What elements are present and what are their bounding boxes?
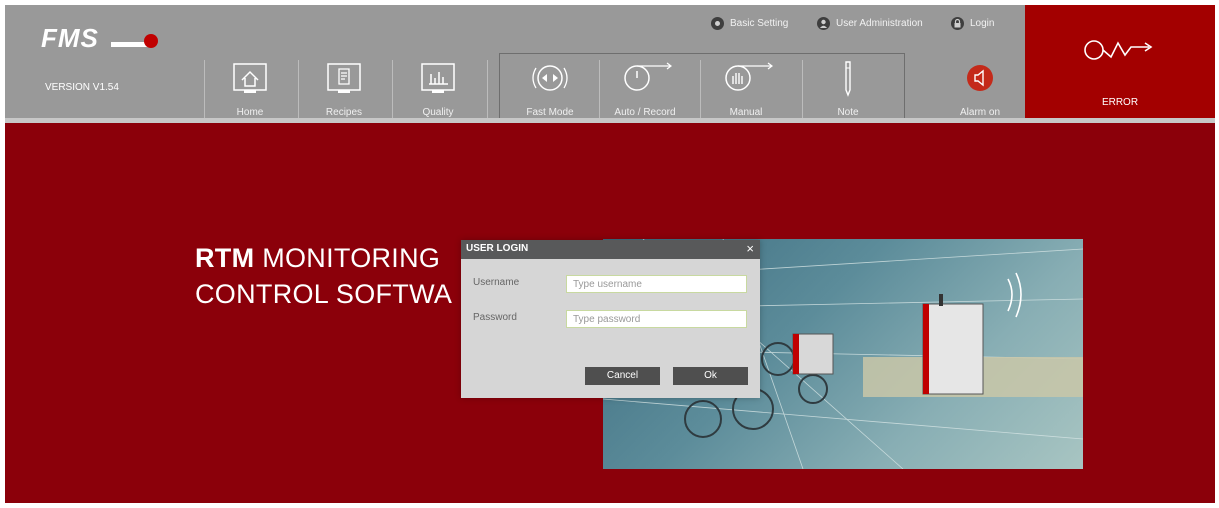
fast-mode-icon	[528, 60, 572, 105]
nav-recipes-label: Recipes	[325, 107, 363, 118]
user-administration-link[interactable]: User Administration	[817, 17, 923, 30]
cancel-button[interactable]: Cancel	[585, 367, 660, 385]
ok-button[interactable]: Ok	[673, 367, 748, 385]
user-administration-label: User Administration	[836, 18, 923, 29]
user-login-dialog: USER LOGIN × Username Password Cancel Ok	[461, 240, 760, 398]
basic-setting-label: Basic Setting	[730, 18, 789, 29]
nav-note-label: Note	[837, 107, 859, 118]
dialog-header: USER LOGIN ×	[461, 240, 760, 259]
basic-setting-link[interactable]: Basic Setting	[711, 17, 788, 30]
hero-title-rest: MONITORING	[254, 243, 441, 273]
signal-error-icon	[1084, 40, 1153, 60]
recipe-icon	[324, 60, 364, 105]
alarm-label: Alarm on	[959, 107, 1000, 118]
gear-icon	[711, 17, 724, 30]
logo-text: FMS	[41, 23, 99, 53]
speaker-icon	[960, 60, 1000, 105]
nav-fast-mode-label: Fast Mode	[526, 107, 574, 118]
error-label: ERROR	[1101, 97, 1139, 108]
logo-swoosh-icon	[111, 34, 158, 48]
dialog-title: USER LOGIN	[466, 243, 529, 254]
user-icon	[817, 17, 830, 30]
fms-logo: FMS	[41, 23, 161, 57]
login-label: Login	[970, 18, 995, 29]
hero-title-line2: CONTROL SOFTWA	[195, 279, 453, 309]
nav-home-label: Home	[236, 107, 264, 118]
nav-note[interactable]: Note	[803, 55, 893, 121]
username-label: Username	[473, 277, 520, 288]
nav-auto-record[interactable]: Auto / Record	[600, 55, 690, 121]
nav-recipes[interactable]: Recipes	[299, 55, 389, 121]
hero-title: RTM MONITORING CONTROL SOFTWA	[195, 240, 452, 312]
nav-fast-mode[interactable]: Fast Mode	[505, 55, 595, 121]
version-label: VERSION V1.54	[45, 82, 119, 93]
nav-quality[interactable]: Quality	[393, 55, 483, 121]
lock-icon	[951, 17, 964, 30]
alarm-toggle[interactable]: Alarm on	[935, 55, 1025, 121]
hero-title-bold: RTM	[195, 243, 255, 273]
error-status-panel[interactable]: ERROR	[1025, 5, 1215, 118]
close-icon[interactable]: ×	[746, 241, 754, 257]
bar-chart-icon	[418, 60, 458, 105]
username-input[interactable]	[566, 275, 747, 293]
login-link[interactable]: Login	[951, 17, 994, 30]
auto-record-icon	[615, 60, 675, 105]
nav-auto-record-label: Auto / Record	[614, 107, 676, 118]
nav-home[interactable]: Home	[205, 55, 295, 121]
nav-manual[interactable]: Manual	[701, 55, 791, 121]
nav-quality-label: Quality	[422, 107, 454, 118]
nav-divider	[487, 60, 488, 122]
home-icon	[230, 60, 270, 105]
top-header: FMS VERSION V1.54 Basic Setting User Adm…	[5, 5, 1025, 123]
password-input[interactable]	[566, 310, 747, 328]
nav-manual-label: Manual	[729, 107, 763, 118]
manual-icon	[716, 60, 776, 105]
password-label: Password	[473, 312, 517, 323]
pencil-icon	[828, 60, 868, 105]
